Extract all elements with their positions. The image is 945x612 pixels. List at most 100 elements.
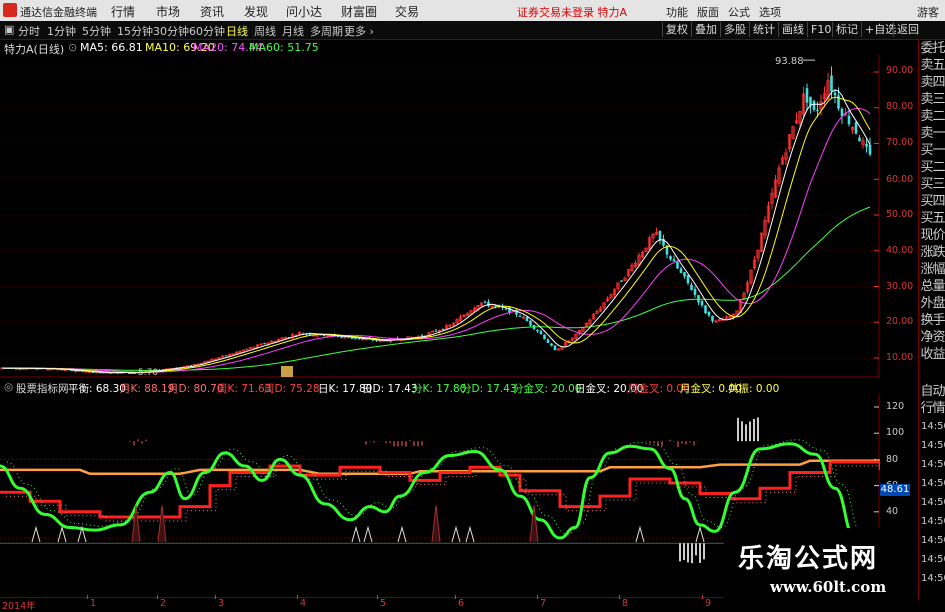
menu-shichang[interactable]: 市场: [156, 3, 180, 20]
bottom-signal-spike: [351, 525, 361, 543]
quote-panel-item[interactable]: 涨跌: [919, 244, 945, 261]
quote-panel-item[interactable]: 卖五: [919, 57, 945, 74]
event-marker-icon: [281, 366, 293, 377]
quote-panel-item[interactable]: 卖三: [919, 91, 945, 108]
tick-time: 14:50: [921, 535, 945, 546]
menu-gongneng[interactable]: 功能: [666, 4, 688, 20]
menu-faxian[interactable]: 发现: [244, 3, 268, 20]
btn-fanhui[interactable]: 返回: [893, 22, 922, 37]
btn-huaxian[interactable]: 画线: [778, 22, 807, 37]
indicator-header: ◎ 股票指标网 平衡: 68.30 月K: 88.19 月D: 80.70 周K: 71.…: [0, 380, 880, 395]
menu-banmian[interactable]: 版面: [697, 4, 719, 20]
price-chart[interactable]: 93.88 5.70: [0, 55, 880, 378]
quote-panel-tab[interactable]: 行情: [919, 400, 945, 417]
candle-body-down: [704, 305, 707, 313]
date-tick-label: 3: [218, 598, 225, 609]
menu-wenxiaoda[interactable]: 问小达: [286, 3, 322, 20]
menu-gongshi[interactable]: 公式: [728, 4, 750, 20]
period-monthly[interactable]: 月线: [282, 23, 304, 39]
period-weekly[interactable]: 周线: [254, 23, 276, 39]
quote-panel-item[interactable]: 涨幅: [919, 261, 945, 278]
date-tick-mark: [215, 595, 216, 599]
quote-panel-item[interactable]: 买四: [919, 193, 945, 210]
quote-panel-item[interactable]: 换手: [919, 312, 945, 329]
candle-body-down: [830, 75, 833, 92]
candle-body-down: [679, 268, 683, 273]
candle-body-down: [525, 317, 529, 322]
candle-body-down: [690, 284, 693, 291]
watermark-url: www.60lt.com: [770, 578, 887, 596]
candle-body-down: [620, 280, 623, 282]
period-15min[interactable]: 15分钟: [117, 23, 153, 39]
candle-body-down: [865, 143, 868, 147]
quote-panel-item[interactable]: 买三: [919, 176, 945, 193]
candle-body-down: [658, 230, 662, 241]
quote-panel-item[interactable]: 买五: [919, 210, 945, 227]
date-tick-label: 6: [458, 598, 465, 609]
login-warning-text: 证券交易未登录: [517, 6, 594, 19]
quote-panel-item[interactable]: 外盘: [919, 295, 945, 312]
candle-body-down: [711, 315, 714, 322]
quote-panel-tab[interactable]: 自动: [919, 383, 945, 400]
quote-panel-item[interactable]: 买一: [919, 142, 945, 159]
period-more[interactable]: 更多 ›: [344, 23, 374, 39]
quote-panel-item[interactable]: 净资: [919, 329, 945, 346]
menu-zixun[interactable]: 资讯: [200, 3, 224, 20]
btn-f10[interactable]: F10: [807, 22, 834, 37]
date-tick-label: 4: [300, 598, 307, 609]
bottom-signal-spike: [397, 525, 407, 543]
bottom-signal-spike: [157, 505, 167, 542]
price-tick-label: 30.00: [886, 281, 914, 292]
btn-fuquan[interactable]: 复权: [662, 22, 691, 37]
date-tick-mark: [157, 595, 158, 599]
sidebar-toggle-icon[interactable]: ▣: [4, 23, 14, 36]
ma60-value: MA60: 51.75: [249, 41, 319, 54]
menu-xuanxiang[interactable]: 选项: [759, 4, 781, 20]
menu-jiaoyi[interactable]: 交易: [395, 3, 419, 20]
price-tick-label: 40.00: [886, 245, 914, 256]
btn-diejia[interactable]: 叠加: [691, 22, 720, 37]
ma60-line: [1, 206, 871, 371]
period-daily[interactable]: 日线: [226, 23, 248, 39]
date-tick-mark: [297, 595, 298, 599]
quote-panel-item[interactable]: 卖四: [919, 74, 945, 91]
tick-time: 14:50: [921, 497, 945, 508]
quote-panel-item[interactable]: 卖二: [919, 108, 945, 125]
period-5min[interactable]: 5分钟: [82, 23, 111, 39]
quote-panel-item[interactable]: 现价: [919, 227, 945, 244]
candle-body-down: [263, 343, 266, 345]
candle-body-down: [434, 330, 438, 332]
menu-caifuquan[interactable]: 财富圈: [341, 3, 377, 20]
quote-panel-item[interactable]: 收益: [919, 346, 945, 363]
quote-panel-item[interactable]: 买二: [919, 159, 945, 176]
btn-biaoji[interactable]: 标记: [832, 22, 861, 37]
btn-tongji[interactable]: 统计: [749, 22, 778, 37]
period-multi[interactable]: 多周期: [310, 23, 343, 39]
bottom-signal-spike: [635, 525, 645, 543]
guest-label[interactable]: 游客: [917, 4, 939, 20]
bottom-signal-spike: [57, 525, 67, 543]
date-tick-label: 7: [540, 598, 547, 609]
quote-panel-item[interactable]: 卖一: [919, 125, 945, 142]
candle-body-down: [686, 274, 690, 284]
login-warning[interactable]: 证券交易未登录 特力A: [517, 4, 627, 20]
quote-panel-item[interactable]: 委托: [919, 40, 945, 57]
period-fenshi[interactable]: 分时: [18, 23, 40, 39]
tick-time: 14:50: [921, 554, 945, 565]
price-tick-label: 80.00: [886, 101, 914, 112]
tick-time: 14:50: [921, 516, 945, 527]
candle-body-down: [224, 355, 228, 357]
indicator-settings-icon[interactable]: ◎: [4, 381, 13, 393]
period-30min[interactable]: 30分钟: [153, 23, 189, 39]
ma5-value: MA5: 66.81: [80, 41, 143, 54]
btn-duogu[interactable]: 多股: [720, 22, 749, 37]
menu-hangqing[interactable]: 行情: [111, 3, 135, 20]
candle-body-down: [441, 329, 445, 331]
candle-body-down: [683, 272, 686, 277]
date-tick-mark: [537, 595, 538, 599]
period-1min[interactable]: 1分钟: [47, 23, 76, 39]
period-60min[interactable]: 60分钟: [189, 23, 225, 39]
quote-panel-item[interactable]: 总量: [919, 278, 945, 295]
date-tick-mark: [702, 595, 703, 599]
settings-icon[interactable]: ⊙: [68, 41, 77, 54]
